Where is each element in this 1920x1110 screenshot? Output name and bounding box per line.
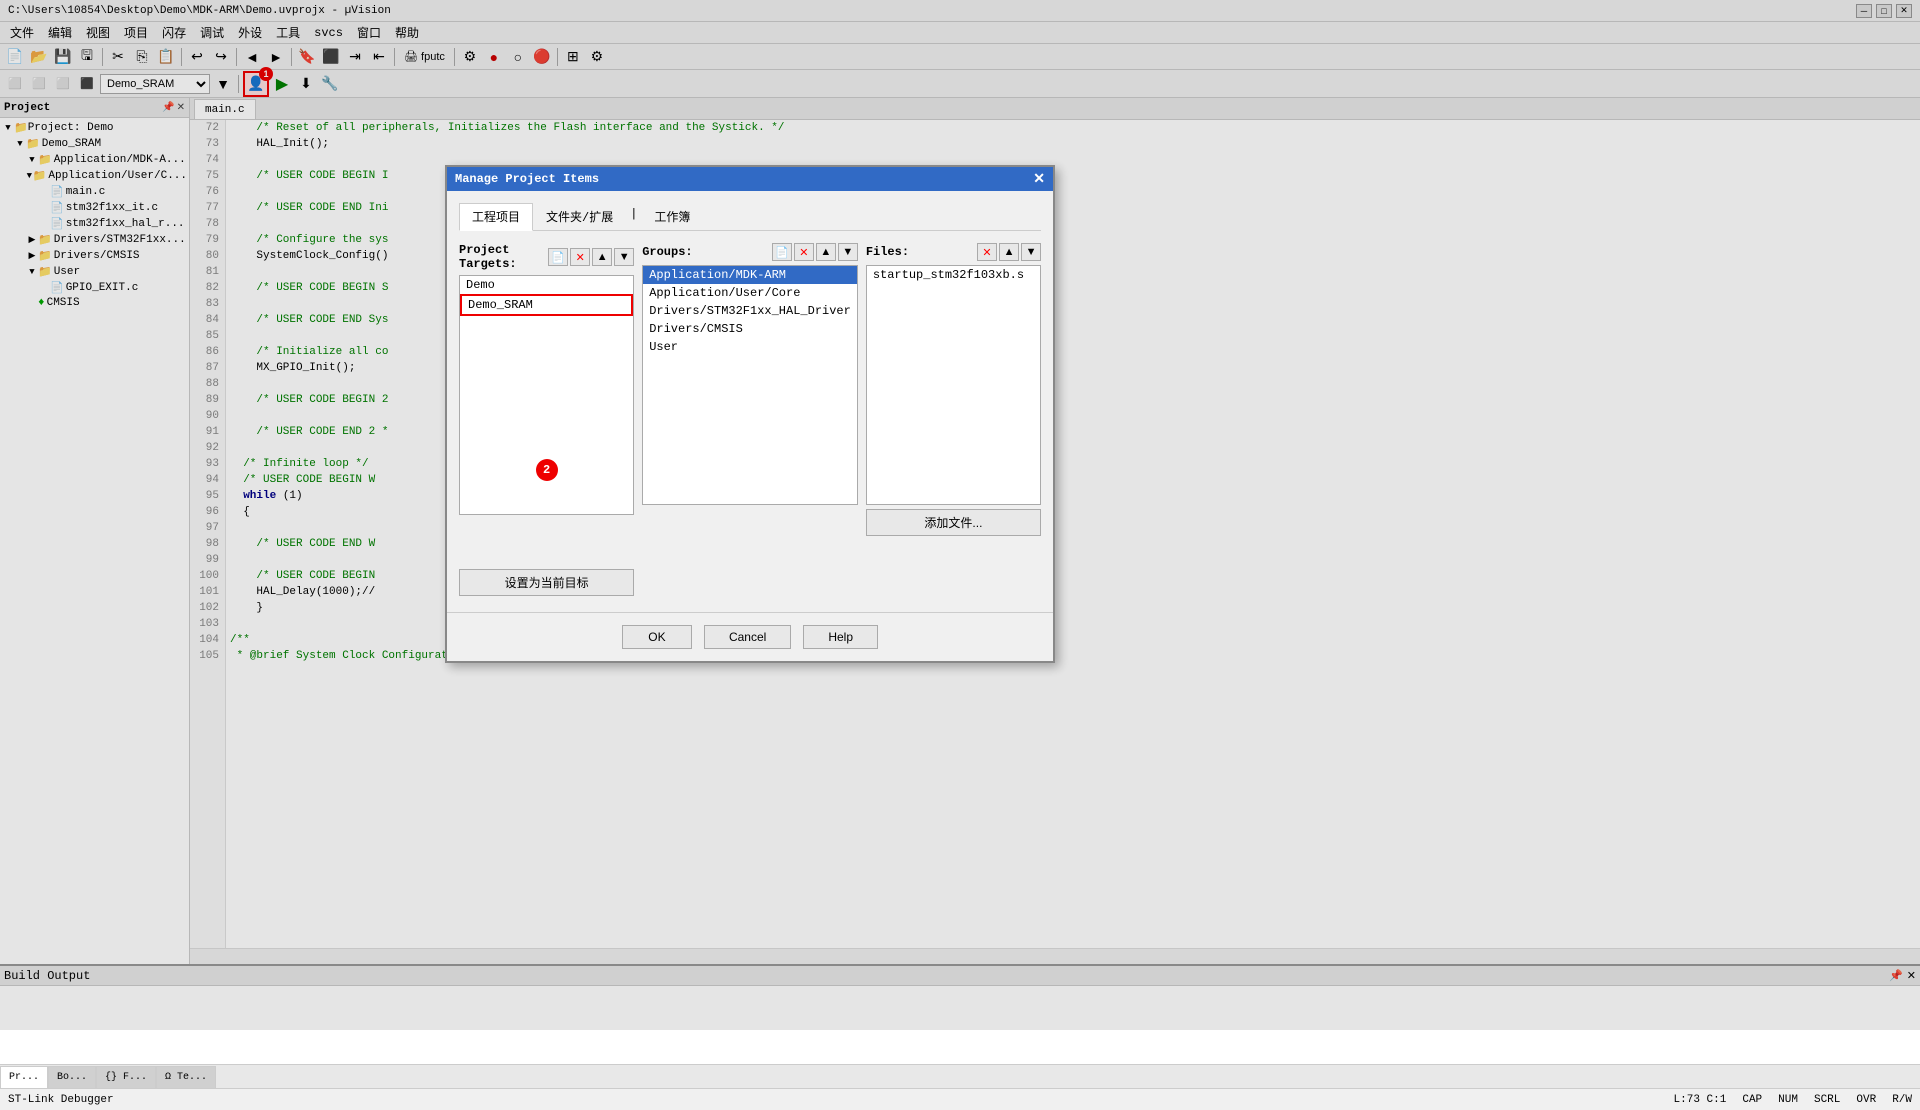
groups-del-btn[interactable]: ✕ (794, 243, 814, 261)
groups-column: Groups: 📄 ✕ ▲ ▼ Application/MDK-ARM Appl… (642, 243, 858, 596)
group-drivers-cmsis[interactable]: Drivers/CMSIS (643, 320, 857, 338)
dialog-help-btn[interactable]: Help (803, 625, 878, 649)
groups-label: Groups: (642, 245, 692, 259)
group-app-mdk[interactable]: Application/MDK-ARM (643, 266, 857, 284)
targets-add-btn[interactable]: 📄 (548, 248, 568, 266)
bottom-tab-functions[interactable]: {} F... (96, 1066, 156, 1088)
bottom-tabs: Pr... Bo... {} F... Ω Te... (0, 1064, 1920, 1088)
manage-project-dialog: Manage Project Items ✕ 工程项目 文件夹/扩展 | 工作簿… (445, 165, 1055, 663)
files-label: Files: (866, 245, 909, 259)
bottom-tab-bo[interactable]: Bo... (48, 1066, 96, 1088)
files-up-btn[interactable]: ▲ (999, 243, 1019, 261)
bottom-tab-project[interactable]: Pr... (0, 1066, 48, 1088)
targets-header: Project Targets: 📄 ✕ ▲ ▼ (459, 243, 634, 271)
debugger-status: ST-Link Debugger (8, 1094, 114, 1106)
files-list: startup_stm32f103xb.s (866, 265, 1041, 505)
dialog-cancel-btn[interactable]: Cancel (704, 625, 791, 649)
target-demo[interactable]: Demo (460, 276, 633, 294)
files-column: Files: ✕ ▲ ▼ startup_stm32f103xb.s 添加文件.… (866, 243, 1041, 596)
bottom-tab-templates[interactable]: Ω Te... (156, 1066, 216, 1088)
targets-label: Project Targets: (459, 243, 548, 271)
dialog-footer: OK Cancel Help (447, 612, 1053, 661)
dialog-close-btn[interactable]: ✕ (1033, 171, 1045, 188)
targets-btns: 📄 ✕ ▲ ▼ (548, 248, 634, 266)
file-startup[interactable]: startup_stm32f103xb.s (867, 266, 1040, 284)
dialog-tab-workbook[interactable]: 工作簿 (641, 203, 703, 230)
dialog-title-bar: Manage Project Items ✕ (447, 167, 1053, 191)
num-status: NUM (1778, 1094, 1798, 1106)
files-header: Files: ✕ ▲ ▼ (866, 243, 1041, 261)
groups-btns: 📄 ✕ ▲ ▼ (772, 243, 858, 261)
dialog-title: Manage Project Items (455, 172, 599, 186)
dialog-tab-folder[interactable]: 文件夹/扩展 (533, 203, 626, 230)
status-bar: ST-Link Debugger L:73 C:1 CAP NUM SCRL O… (0, 1088, 1920, 1110)
dialog-tab-project[interactable]: 工程项目 (459, 203, 533, 231)
badge2-indicator: 2 (536, 459, 558, 481)
targets-down-btn[interactable]: ▼ (614, 248, 634, 266)
groups-add-btn[interactable]: 📄 (772, 243, 792, 261)
rw-status: R/W (1892, 1094, 1912, 1106)
targets-up-btn[interactable]: ▲ (592, 248, 612, 266)
tab-sep: | (626, 203, 641, 230)
targets-column: Project Targets: 📄 ✕ ▲ ▼ Demo Demo_SRAM (459, 243, 634, 596)
add-file-btn[interactable]: 添加文件... (866, 509, 1041, 536)
groups-list: Application/MDK-ARM Application/User/Cor… (642, 265, 858, 505)
dialog-body: 工程项目 文件夹/扩展 | 工作簿 Project Targets: 📄 ✕ ▲… (447, 191, 1053, 608)
modal-overlay: Manage Project Items ✕ 工程项目 文件夹/扩展 | 工作簿… (0, 0, 1920, 1030)
dialog-tabs: 工程项目 文件夹/扩展 | 工作簿 (459, 203, 1041, 231)
files-down-btn[interactable]: ▼ (1021, 243, 1041, 261)
files-del-btn[interactable]: ✕ (977, 243, 997, 261)
dialog-ok-btn[interactable]: OK (622, 625, 692, 649)
set-target-btn[interactable]: 设置为当前目标 (459, 569, 634, 596)
group-app-user[interactable]: Application/User/Core (643, 284, 857, 302)
scrl-status: SCRL (1814, 1094, 1840, 1106)
ovr-status: OVR (1856, 1094, 1876, 1106)
groups-up-btn[interactable]: ▲ (816, 243, 836, 261)
targets-del-btn[interactable]: ✕ (570, 248, 590, 266)
files-btns: ✕ ▲ ▼ (977, 243, 1041, 261)
groups-header: Groups: 📄 ✕ ▲ ▼ (642, 243, 858, 261)
groups-down-btn[interactable]: ▼ (838, 243, 858, 261)
dialog-columns: Project Targets: 📄 ✕ ▲ ▼ Demo Demo_SRAM (459, 243, 1041, 596)
line-col-status: L:73 C:1 (1674, 1094, 1727, 1106)
cap-status: CAP (1742, 1094, 1762, 1106)
group-drivers-stm32[interactable]: Drivers/STM32F1xx_HAL_Driver (643, 302, 857, 320)
target-demo-sram[interactable]: Demo_SRAM (460, 294, 633, 316)
group-user[interactable]: User (643, 338, 857, 356)
